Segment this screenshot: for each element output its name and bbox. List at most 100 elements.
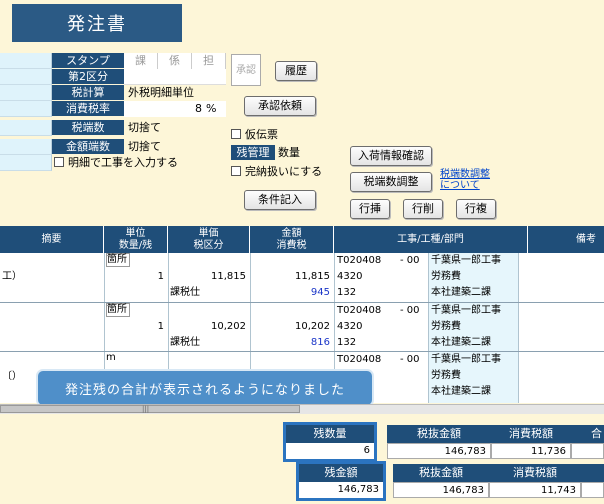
- price-cell[interactable]: 10,202: [170, 319, 246, 334]
- field-strip: [0, 139, 52, 155]
- header-amount-label: 金額: [281, 227, 302, 239]
- tax-fraction-link-line1[interactable]: 税端数調整: [440, 169, 490, 180]
- detail-checkbox-label: 明細で工事を入力する: [68, 156, 178, 169]
- kind-code-cell[interactable]: 4320: [337, 269, 362, 284]
- zan-qty-summary: 残数量 6: [283, 422, 377, 462]
- kind-name-cell: 労務費: [431, 321, 461, 332]
- row-delete-button[interactable]: 行削: [403, 199, 443, 219]
- work-name-cell: 千葉県一郎工事: [431, 354, 501, 365]
- summary1-ex-tax-label: 税抜金額: [387, 425, 491, 443]
- summary1-tax-value: 11,736: [491, 443, 571, 459]
- tax-cell[interactable]: 945: [252, 285, 330, 300]
- work-code-cell[interactable]: T020408: [337, 352, 381, 367]
- tax-rate-input[interactable]: 8: [124, 101, 206, 117]
- summary2-tax-value: 11,743: [489, 482, 581, 498]
- scrollbar-thumb[interactable]: [0, 405, 300, 413]
- provisional-checkbox-row[interactable]: 仮伝票: [231, 127, 278, 143]
- dept-code-cell[interactable]: 132: [337, 285, 356, 300]
- work-code-cell[interactable]: T020408: [337, 253, 381, 268]
- price-cell[interactable]: 11,815: [170, 269, 246, 284]
- header-qty: 数量/残: [118, 239, 153, 251]
- row-copy-button[interactable]: 行複: [456, 199, 496, 219]
- tax-fraction-button[interactable]: 税端数調整: [350, 172, 432, 192]
- unit-cell[interactable]: m: [106, 352, 130, 366]
- tax-cell[interactable]: 816: [252, 335, 330, 350]
- col-divider: [518, 253, 519, 403]
- amount-cell[interactable]: 11,815: [252, 269, 330, 284]
- row-insert-button[interactable]: 行挿: [350, 199, 390, 219]
- detail-checkbox[interactable]: [54, 157, 64, 167]
- summary2-ex-tax: 税抜金額 146,783: [393, 464, 489, 498]
- summary1-total-label: 合: [571, 425, 604, 443]
- summary2-total: [581, 464, 604, 498]
- header-tax: 消費税: [276, 239, 307, 251]
- tax-fraction-link-line2[interactable]: について: [440, 180, 490, 191]
- header-amount: 金額 消費税: [250, 226, 334, 253]
- scroll-grip-icon: |||: [142, 405, 150, 413]
- summary2-ex-tax-label: 税抜金額: [393, 464, 489, 482]
- field-strip: [0, 101, 52, 117]
- header-summary: 摘要: [0, 226, 104, 253]
- work-suffix-cell: - 00: [400, 255, 420, 266]
- approval-request-button[interactable]: 承認依頼: [244, 96, 316, 116]
- fraction-value[interactable]: 切捨て: [124, 120, 226, 136]
- stamp-cell-tan[interactable]: 担: [192, 53, 226, 69]
- dept-name-cell: 本社建築二課: [431, 386, 491, 397]
- header-price-label: 単価: [198, 227, 219, 239]
- dept-name-cell: 本社建築二課: [431, 287, 491, 298]
- dept-code-cell[interactable]: 132: [337, 335, 356, 350]
- qty-cell[interactable]: 1: [106, 269, 164, 284]
- summary2-tax: 消費税額 11,743: [489, 464, 581, 498]
- zan-amount-label: 残金額: [299, 464, 383, 482]
- summary2-total-value: [581, 482, 604, 498]
- complete-checkbox-row[interactable]: 完納扱いにする: [231, 164, 322, 180]
- stamp-label: スタンプ: [52, 53, 124, 69]
- tax-class-cell[interactable]: 課税仕: [170, 285, 200, 300]
- unit-cell[interactable]: 箇所: [106, 253, 130, 267]
- detail-checkbox-row[interactable]: 明細で工事を入力する: [52, 155, 178, 171]
- header-work: 工事/工種/部門: [334, 226, 528, 253]
- stamp-cell-ka[interactable]: 課: [124, 53, 158, 69]
- header-unit-qty: 単位 数量/残: [104, 226, 168, 253]
- zan-value[interactable]: 数量: [278, 145, 300, 161]
- field-strip: [0, 53, 52, 69]
- tax-fraction-link[interactable]: 税端数調整 について: [440, 169, 490, 191]
- tax-calc-value[interactable]: 外税明細単位: [124, 85, 226, 101]
- summary1-ex-tax-value: 146,783: [387, 443, 491, 459]
- kubun-input[interactable]: [124, 69, 226, 85]
- summary1-total: 合: [571, 425, 604, 459]
- summary-cell[interactable]: 工）: [2, 269, 22, 284]
- work-name-cell: 千葉県一郎工事: [431, 305, 501, 316]
- header-price: 単価 税区分: [168, 226, 250, 253]
- amount-fraction-value[interactable]: 切捨て: [124, 139, 226, 155]
- field-strip: [0, 69, 52, 85]
- summary2-tax-label: 消費税額: [489, 464, 581, 482]
- amount-cell[interactable]: 10,202: [252, 319, 330, 334]
- arrival-info-button[interactable]: 入荷情報確認: [350, 146, 432, 166]
- complete-checkbox[interactable]: [231, 166, 241, 176]
- info-tooltip: 発注残の合計が表示されるようになりました: [36, 369, 374, 407]
- fraction-label: 税端数: [52, 120, 124, 136]
- kind-code-cell[interactable]: 4320: [337, 319, 362, 334]
- amount-fraction-label: 金額端数: [52, 139, 124, 155]
- provisional-checkbox-label: 仮伝票: [245, 128, 278, 141]
- col-divider: [428, 253, 429, 403]
- summary-cell[interactable]: 〔）: [2, 369, 22, 384]
- summary1-ex-tax: 税抜金額 146,783: [387, 425, 491, 459]
- history-button[interactable]: 履歴: [275, 61, 317, 81]
- complete-checkbox-label: 完納扱いにする: [245, 165, 323, 178]
- unit-cell[interactable]: 箇所: [106, 303, 130, 317]
- tax-class-cell[interactable]: 課税仕: [170, 335, 200, 350]
- zan-qty-value: 6: [286, 443, 374, 459]
- provisional-checkbox[interactable]: [231, 129, 241, 139]
- field-strip: [0, 85, 52, 101]
- condition-button[interactable]: 条件記入: [244, 190, 316, 210]
- stamp-cell-kakari[interactable]: 係: [158, 53, 192, 69]
- work-code-cell[interactable]: T020408: [337, 303, 381, 318]
- zan-amount-summary: 残金額 146,783: [296, 461, 386, 501]
- header-note: 備考: [576, 233, 596, 245]
- row-divider: [0, 302, 604, 303]
- summary1-tax: 消費税額 11,736: [491, 425, 571, 459]
- row-divider: [0, 351, 604, 352]
- qty-cell[interactable]: 1: [106, 319, 164, 334]
